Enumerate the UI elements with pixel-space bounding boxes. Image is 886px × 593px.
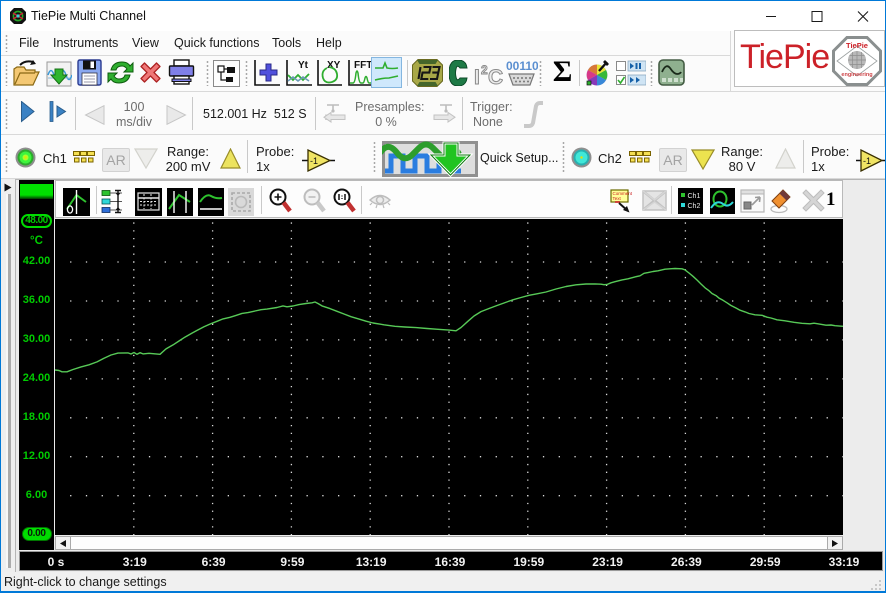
svg-text:I: I [474, 66, 480, 87]
svg-text:C: C [488, 66, 503, 87]
svg-text:2: 2 [481, 63, 488, 77]
svg-text:-1: -1 [863, 156, 871, 166]
svg-text:FFT: FFT [354, 60, 372, 71]
svg-text:-1: -1 [310, 156, 318, 166]
svg-text:engineering: engineering [841, 72, 872, 78]
svg-text:TiePie: TiePie [846, 41, 868, 50]
svg-text:00110: 00110 [506, 59, 538, 73]
svg-text:Yt: Yt [298, 60, 309, 71]
svg-text:Ch1: Ch1 [688, 193, 701, 200]
svg-text:Ch2: Ch2 [688, 203, 701, 210]
svg-text:Text: Text [613, 196, 622, 201]
